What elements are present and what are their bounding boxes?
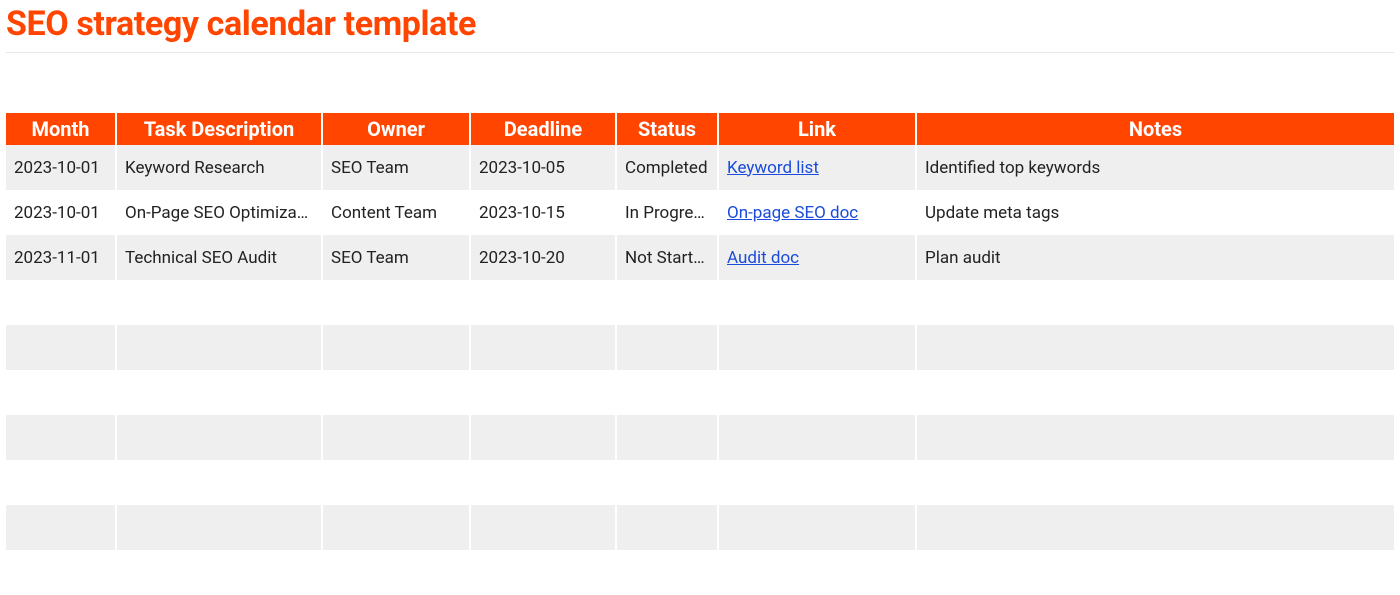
cell-status: Not Started <box>616 235 718 280</box>
col-header-task: Task Description <box>116 113 322 145</box>
table-row-empty <box>6 415 1394 460</box>
cell-empty <box>916 325 1394 370</box>
cell-empty <box>470 550 616 595</box>
table-row-empty <box>6 370 1394 415</box>
cell-empty <box>116 325 322 370</box>
cell-empty <box>322 460 470 505</box>
table-row-empty <box>6 325 1394 370</box>
col-header-status: Status <box>616 113 718 145</box>
col-header-link: Link <box>718 113 916 145</box>
cell-empty <box>6 280 116 325</box>
cell-empty <box>916 280 1394 325</box>
table-row-empty <box>6 280 1394 325</box>
cell-deadline: 2023-10-05 <box>470 145 616 190</box>
cell-empty <box>718 460 916 505</box>
table-row: 2023-11-01Technical SEO AuditSEO Team202… <box>6 235 1394 280</box>
cell-owner: Content Team <box>322 190 470 235</box>
cell-empty <box>616 370 718 415</box>
cell-empty <box>6 370 116 415</box>
cell-empty <box>116 415 322 460</box>
cell-month: 2023-10-01 <box>6 190 116 235</box>
cell-empty <box>916 370 1394 415</box>
cell-task: Technical SEO Audit <box>116 235 322 280</box>
cell-empty <box>322 550 470 595</box>
cell-empty <box>470 370 616 415</box>
cell-empty <box>916 505 1394 550</box>
cell-empty <box>6 325 116 370</box>
cell-empty <box>916 460 1394 505</box>
cell-empty <box>718 550 916 595</box>
cell-empty <box>6 460 116 505</box>
cell-empty <box>6 550 116 595</box>
cell-empty <box>616 415 718 460</box>
cell-link-anchor[interactable]: Audit doc <box>727 248 799 268</box>
cell-empty <box>470 505 616 550</box>
cell-owner: SEO Team <box>322 145 470 190</box>
cell-empty <box>322 415 470 460</box>
cell-empty <box>616 460 718 505</box>
table-row: 2023-10-01Keyword ResearchSEO Team2023-1… <box>6 145 1394 190</box>
cell-empty <box>116 460 322 505</box>
table-row: 2023-10-01On-Page SEO OptimizationConten… <box>6 190 1394 235</box>
cell-empty <box>322 280 470 325</box>
cell-empty <box>470 280 616 325</box>
cell-link: Keyword list <box>718 145 916 190</box>
cell-deadline: 2023-10-15 <box>470 190 616 235</box>
cell-empty <box>616 325 718 370</box>
calendar-table: Month Task Description Owner Deadline St… <box>6 113 1394 595</box>
cell-empty <box>6 505 116 550</box>
cell-month: 2023-11-01 <box>6 235 116 280</box>
cell-notes: Identified top keywords <box>916 145 1394 190</box>
cell-empty <box>916 550 1394 595</box>
cell-empty <box>116 370 322 415</box>
cell-empty <box>616 505 718 550</box>
cell-notes: Plan audit <box>916 235 1394 280</box>
cell-empty <box>470 460 616 505</box>
cell-month: 2023-10-01 <box>6 145 116 190</box>
cell-empty <box>718 370 916 415</box>
cell-link: Audit doc <box>718 235 916 280</box>
cell-empty <box>322 370 470 415</box>
cell-empty <box>616 280 718 325</box>
cell-link-anchor[interactable]: On-page SEO doc <box>727 203 858 223</box>
cell-status: In Progress <box>616 190 718 235</box>
col-header-owner: Owner <box>322 113 470 145</box>
cell-deadline: 2023-10-20 <box>470 235 616 280</box>
cell-notes: Update meta tags <box>916 190 1394 235</box>
table-row-empty <box>6 550 1394 595</box>
cell-empty <box>322 505 470 550</box>
cell-empty <box>116 505 322 550</box>
table-header-row: Month Task Description Owner Deadline St… <box>6 113 1394 145</box>
page-title: SEO strategy calendar template <box>6 4 1394 44</box>
cell-status: Completed <box>616 145 718 190</box>
cell-task: On-Page SEO Optimization <box>116 190 322 235</box>
cell-empty <box>116 280 322 325</box>
cell-empty <box>718 325 916 370</box>
cell-empty <box>322 325 470 370</box>
cell-empty <box>718 505 916 550</box>
table-row-empty <box>6 460 1394 505</box>
cell-empty <box>718 415 916 460</box>
cell-empty <box>718 280 916 325</box>
cell-task: Keyword Research <box>116 145 322 190</box>
table-row-empty <box>6 505 1394 550</box>
cell-empty <box>470 325 616 370</box>
cell-empty <box>116 550 322 595</box>
cell-owner: SEO Team <box>322 235 470 280</box>
title-divider <box>6 52 1394 53</box>
cell-empty <box>470 415 616 460</box>
cell-empty <box>916 415 1394 460</box>
cell-empty <box>6 415 116 460</box>
cell-link: On-page SEO doc <box>718 190 916 235</box>
col-header-notes: Notes <box>916 113 1394 145</box>
document-page: SEO strategy calendar template Month Tas… <box>0 4 1400 595</box>
col-header-deadline: Deadline <box>470 113 616 145</box>
cell-empty <box>616 550 718 595</box>
cell-link-anchor[interactable]: Keyword list <box>727 158 819 178</box>
table-body: 2023-10-01Keyword ResearchSEO Team2023-1… <box>6 145 1394 595</box>
col-header-month: Month <box>6 113 116 145</box>
